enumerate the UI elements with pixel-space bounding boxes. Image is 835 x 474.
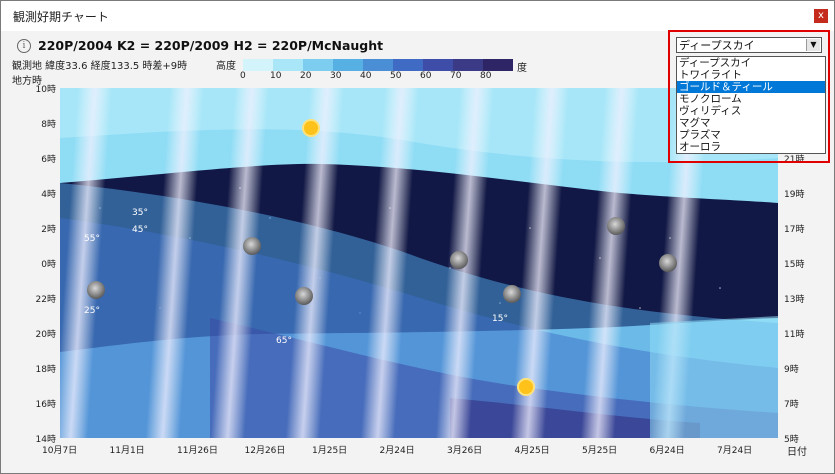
altitude-label: 65° xyxy=(276,336,292,346)
x-tick: 11月26日 xyxy=(177,446,218,456)
legend-tick: 40 xyxy=(360,71,372,81)
x-tick: 6月24日 xyxy=(649,446,685,456)
y-tick-right: 17時 xyxy=(784,225,805,235)
x-tick: 3月26日 xyxy=(447,446,483,456)
chevron-down-icon[interactable]: ▼ xyxy=(806,39,820,51)
y-tick-right: 9時 xyxy=(784,365,799,375)
color-scheme-option[interactable]: モノクローム xyxy=(677,93,825,105)
color-scheme-option[interactable]: ディープスカイ xyxy=(677,57,825,69)
altitude-label: 55° xyxy=(84,234,100,244)
y-tick-left: 22時 xyxy=(35,295,56,305)
color-scheme-option[interactable]: ゴールド＆ティール xyxy=(677,81,825,93)
x-tick: 11月1日 xyxy=(109,446,145,456)
legend-swatch xyxy=(423,59,453,71)
legend-tick: 10 xyxy=(270,71,282,81)
legend-swatch xyxy=(243,59,273,71)
comet-heading: 220P/2004 K2 = 220P/2009 H2 = 220P/McNau… xyxy=(38,38,384,53)
altitude-label: 25° xyxy=(84,306,100,316)
color-scheme-option[interactable]: ヴィリディス xyxy=(677,105,825,117)
altitude-label: 15° xyxy=(492,314,508,324)
color-scheme-option[interactable]: プラズマ xyxy=(677,129,825,141)
window-title: 観測好期チャート xyxy=(13,10,109,24)
y-tick-right: 11時 xyxy=(784,330,805,340)
altitude-unit: 度 xyxy=(517,63,527,74)
y-tick-right: 19時 xyxy=(784,190,805,200)
x-tick: 4月25日 xyxy=(514,446,550,456)
x-tick: 10月7日 xyxy=(42,446,78,456)
x-tick: 2月24日 xyxy=(379,446,415,456)
legend-tick: 60 xyxy=(420,71,432,81)
altitude-label: 35° xyxy=(132,208,148,218)
color-scheme-select[interactable]: ディープスカイ ▼ xyxy=(676,37,822,53)
y-tick-right: 5時 xyxy=(784,435,799,445)
y-tick-left: 2時 xyxy=(41,225,56,235)
observation-chart: 35° 45° 55° 25° 65° 15° xyxy=(60,88,778,438)
x-tick: 1月25日 xyxy=(312,446,348,456)
info-icon[interactable]: i xyxy=(17,39,31,53)
legend-tick: 80 xyxy=(480,71,492,81)
altitude-label: 45° xyxy=(132,225,148,235)
altitude-legend xyxy=(243,59,513,71)
x-tick: 12月26日 xyxy=(244,446,286,456)
color-scheme-options: ディープスカイ トワイライト ゴールド＆ティール モノクローム ヴィリディス マグマ プラズ… xyxy=(676,56,826,154)
legend-swatch xyxy=(303,59,333,71)
legend-tick: 50 xyxy=(390,71,402,81)
color-scheme-option[interactable]: マグマ xyxy=(677,117,825,129)
x-tick: 5月25日 xyxy=(582,446,618,456)
y-tick-left: 18時 xyxy=(35,365,56,375)
legend-tick: 0 xyxy=(240,71,246,81)
y-tick-left: 4時 xyxy=(41,190,56,200)
legend-swatch xyxy=(333,59,363,71)
legend-tick: 70 xyxy=(450,71,462,81)
y-tick-left: 6時 xyxy=(41,155,56,165)
legend-swatch xyxy=(363,59,393,71)
y-tick-left: 8時 xyxy=(41,120,56,130)
y-tick-left: 0時 xyxy=(41,260,56,270)
legend-swatch xyxy=(453,59,483,71)
legend-tick: 20 xyxy=(300,71,312,81)
y-tick-right: 13時 xyxy=(784,295,805,305)
legend-swatch xyxy=(483,59,513,71)
observer-info: 観測地 緯度33.6 経度133.5 時差+9時 xyxy=(12,61,188,72)
title-bar: 観測好期チャート x xyxy=(1,1,834,31)
y-tick-left: 20時 xyxy=(35,330,56,340)
y-tick-left: 10時 xyxy=(35,85,56,95)
legend-tick: 30 xyxy=(330,71,342,81)
x-axis-title: 日付 xyxy=(787,447,807,458)
color-scheme-value: ディープスカイ xyxy=(679,39,755,52)
altitude-label: 高度 xyxy=(216,61,236,72)
legend-swatch xyxy=(393,59,423,71)
y-tick-left: 16時 xyxy=(35,400,56,410)
x-tick: 7月24日 xyxy=(717,446,753,456)
color-scheme-option[interactable]: オーロラ xyxy=(677,141,825,153)
color-scheme-option[interactable]: トワイライト xyxy=(677,69,825,81)
y-tick-right: 15時 xyxy=(784,260,805,270)
altitude-labels: 35° 45° 55° 25° 65° 15° xyxy=(60,88,778,438)
legend-swatch xyxy=(273,59,303,71)
close-button[interactable]: x xyxy=(814,9,828,23)
y-tick-right: 7時 xyxy=(784,400,799,410)
